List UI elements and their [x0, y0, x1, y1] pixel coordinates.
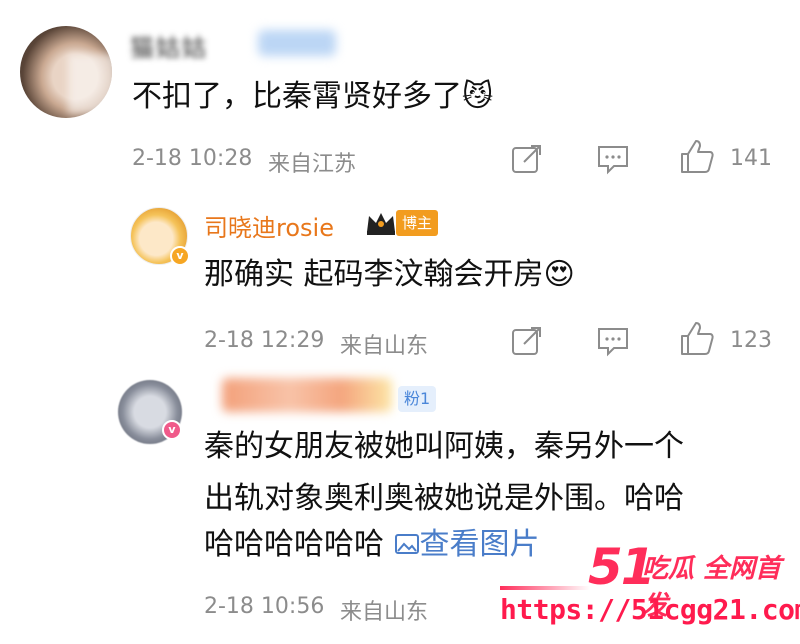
comment-time: 2-18 10:28 — [132, 146, 253, 171]
view-image-link[interactable]: 查看图片 — [394, 527, 540, 562]
username[interactable]: 司晓迪rosie — [204, 208, 334, 243]
cat-emoji-icon: 😼 — [462, 79, 494, 114]
view-image-label: 查看图片 — [419, 527, 540, 562]
watermark-url[interactable]: https://51cgg21.com — [500, 593, 800, 626]
share-icon[interactable] — [510, 324, 544, 358]
crown-icon — [367, 213, 395, 235]
like-count: 141 — [730, 146, 772, 171]
comment-text-content: 哈哈哈哈哈哈 — [204, 527, 384, 562]
verified-icon: v — [170, 246, 190, 266]
author-tag: 博主 — [396, 210, 439, 236]
avatar[interactable] — [20, 26, 112, 118]
comment-icon[interactable] — [596, 142, 630, 176]
comment-time: 2-18 12:29 — [204, 328, 325, 353]
like-icon[interactable] — [678, 320, 716, 358]
username-blurred[interactable] — [222, 378, 392, 412]
fan-badge: 粉1 — [398, 386, 437, 412]
like-icon[interactable] — [678, 138, 716, 176]
share-icon[interactable] — [510, 142, 544, 176]
comment-text-line-1: 秦的女朋友被她叫阿姨，秦另外一个 — [204, 429, 684, 464]
comment-location: 来自江苏 — [268, 152, 357, 177]
like-count: 123 — [730, 328, 772, 353]
comment-icon[interactable] — [596, 324, 630, 358]
image-icon — [394, 534, 419, 554]
author-badge: 博主 — [364, 210, 439, 236]
user-badge-blurred — [258, 30, 336, 56]
comment-text-content: 那确实 起码李汶翰会开房 — [204, 257, 544, 292]
watermark-decoration — [500, 586, 590, 590]
verified-icon: v — [162, 420, 182, 440]
comment-text-line-2: 出轨对象奥利奥被她说是外围。哈哈 — [204, 481, 684, 516]
comment-time: 2-18 10:56 — [204, 594, 325, 619]
username[interactable]: 猫姑姑 — [130, 28, 208, 63]
comment-location: 来自山东 — [340, 334, 429, 359]
comment-location: 来自山东 — [340, 600, 429, 625]
comment-text-content: 不扣了，比秦霄贤好多了 — [132, 79, 462, 114]
heart-eyes-emoji-icon: 😍 — [543, 257, 575, 292]
comment-text: 那确实 起码李汶翰会开房😍 — [204, 252, 575, 298]
comment-text: 不扣了，比秦霄贤好多了😼 — [132, 74, 493, 120]
comment-text-line-3: 哈哈哈哈哈哈 查看图片 — [204, 522, 540, 568]
